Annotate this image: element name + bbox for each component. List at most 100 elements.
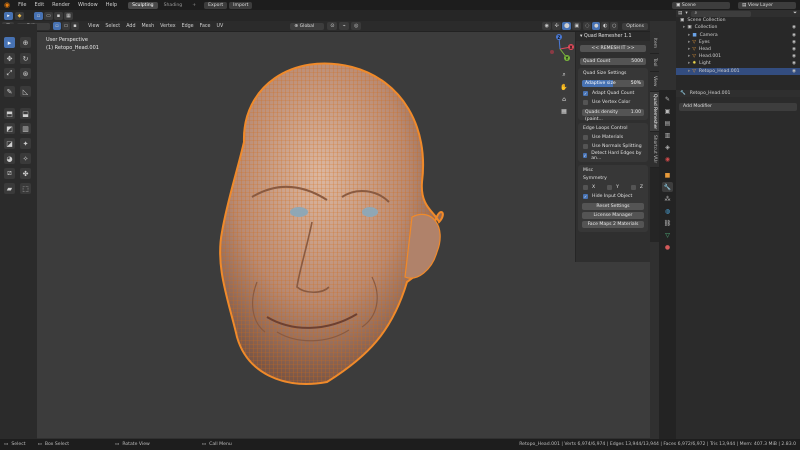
- header-menu-mesh[interactable]: Mesh: [139, 24, 158, 29]
- symmetry-z-checkbox[interactable]: [630, 185, 636, 190]
- outliner-scene-collection[interactable]: ▣ Scene Collection: [676, 17, 800, 24]
- export-button[interactable]: Export: [204, 1, 228, 9]
- gizmo-x-axis[interactable]: X: [568, 44, 574, 50]
- view-layer-props-icon[interactable]: ▥: [662, 130, 673, 140]
- expand-chevron-icon[interactable]: ▸: [688, 68, 690, 75]
- outliner-row[interactable]: ▸ ▽ Retopo_Head.001 ◉: [676, 67, 800, 75]
- expand-chevron-icon[interactable]: ▸: [688, 39, 690, 46]
- gizmo-z-axis[interactable]: Z: [556, 34, 562, 40]
- visibility-eye-icon[interactable]: ◉: [792, 24, 796, 31]
- shading-rendered-icon[interactable]: ○: [610, 22, 619, 30]
- snap-icon[interactable]: ⌁: [339, 22, 350, 30]
- adaptive-size-slider[interactable]: Adaptive size 50%: [582, 80, 644, 87]
- edge-mode-icon[interactable]: ▭: [62, 22, 70, 30]
- render-props-icon[interactable]: ▣: [662, 106, 673, 116]
- navigation-gizmo[interactable]: X Y Z: [545, 34, 575, 64]
- camera-view-icon[interactable]: ⌂: [559, 94, 569, 104]
- visibility-eye-icon[interactable]: ◉: [792, 46, 796, 53]
- gizmo-toggle-icon[interactable]: ✣: [552, 22, 562, 30]
- world-props-icon[interactable]: ◉: [662, 154, 673, 164]
- visibility-icon[interactable]: ◉: [542, 22, 552, 30]
- visibility-eye-icon[interactable]: ◉: [792, 68, 796, 75]
- outliner-editor-icon[interactable]: ▤: [678, 10, 682, 17]
- header-menu-view[interactable]: View: [85, 24, 102, 29]
- rotate-tool-icon[interactable]: ↻: [20, 53, 31, 64]
- extrude-tool-icon[interactable]: ⬒: [4, 108, 15, 119]
- detect-hard-edges-checkbox[interactable]: ✓: [583, 153, 588, 158]
- use-vertex-color-row[interactable]: Use Vertex Color: [578, 98, 648, 107]
- blender-logo-icon[interactable]: ◉: [0, 1, 14, 9]
- symmetry-x-checkbox[interactable]: [583, 185, 588, 190]
- poly-build-tool-icon[interactable]: ✦: [20, 138, 31, 149]
- cursor-tool-icon[interactable]: ⊕: [20, 37, 31, 48]
- menu-edit[interactable]: Edit: [30, 0, 48, 10]
- material-props-icon[interactable]: ●: [662, 242, 673, 252]
- header-menu-select[interactable]: Select: [102, 24, 123, 29]
- pivot-icon[interactable]: ⊙: [327, 22, 338, 30]
- visibility-eye-icon[interactable]: ◉: [792, 32, 796, 39]
- tab-tool[interactable]: Tool: [650, 54, 659, 72]
- particles-props-icon[interactable]: ⁂: [662, 194, 673, 204]
- vertex-mode-icon[interactable]: ▫: [53, 22, 61, 30]
- license-manager-button[interactable]: License Manager: [582, 212, 644, 219]
- shading-wireframe-icon[interactable]: ◌: [583, 22, 592, 30]
- proportional-edit-icon[interactable]: ◎: [351, 22, 362, 30]
- expand-chevron-icon[interactable]: ▸: [688, 46, 690, 53]
- gizmo-y-axis[interactable]: Y: [564, 55, 570, 61]
- expand-chevron-icon[interactable]: ▸: [688, 60, 690, 67]
- measure-tool-icon[interactable]: ◺: [20, 86, 31, 97]
- constraints-props-icon[interactable]: ⛓: [662, 218, 673, 228]
- annotate-tool-icon[interactable]: ✎: [4, 86, 15, 97]
- expand-chevron-icon[interactable]: ▸: [683, 24, 685, 31]
- edge-slide-tool-icon[interactable]: ⧄: [4, 168, 15, 179]
- view-layer-selector[interactable]: ▤ View Layer: [738, 1, 796, 9]
- add-modifier-dropdown[interactable]: Add Modifier: [679, 103, 797, 112]
- shading-material-icon[interactable]: ◐: [601, 22, 610, 30]
- outliner-filter-icon[interactable]: ⏷: [793, 10, 797, 17]
- symmetry-y-checkbox[interactable]: [607, 185, 613, 190]
- loop-cut-tool-icon[interactable]: ▥: [20, 123, 31, 134]
- rip-tool-icon[interactable]: ⬚: [20, 183, 31, 194]
- select-mode-icon[interactable]: ▸: [4, 11, 13, 20]
- header-menu-vertex[interactable]: Vertex: [157, 24, 178, 29]
- spin-tool-icon[interactable]: ◕: [4, 153, 15, 164]
- outliner-search-input[interactable]: ⌕: [690, 10, 751, 17]
- workspace-tab-shading[interactable]: Shading: [160, 2, 187, 9]
- zoom-view-icon[interactable]: ⌕: [559, 70, 569, 80]
- select-box-tool-icon[interactable]: ▸: [4, 37, 15, 48]
- inset-tool-icon[interactable]: ⬓: [20, 108, 31, 119]
- menu-window[interactable]: Window: [74, 0, 102, 10]
- visibility-eye-icon[interactable]: ◉: [792, 60, 796, 67]
- xray-toggle-icon[interactable]: ▣: [572, 22, 582, 30]
- face-maps-button[interactable]: Face Maps 2 Materials: [582, 221, 644, 228]
- menu-help[interactable]: Help: [102, 0, 121, 10]
- 3d-viewport[interactable]: User Perspective (1) Retopo_Head.001 X Y…: [37, 32, 650, 438]
- reset-settings-button[interactable]: Reset Settings: [582, 203, 644, 210]
- output-props-icon[interactable]: ▤: [662, 118, 673, 128]
- outliner-row[interactable]: ▸ ▣ Collection ◉: [676, 24, 800, 31]
- hide-input-object-row[interactable]: ✓ Hide Input Object: [578, 192, 648, 201]
- outliner-row[interactable]: ▸ ■ Camera ◉: [676, 32, 800, 39]
- knife-tool-icon[interactable]: ◪: [4, 138, 15, 149]
- adapt-quad-count-checkbox[interactable]: ✓: [583, 91, 588, 96]
- menu-render[interactable]: Render: [48, 0, 74, 10]
- use-materials-row[interactable]: Use Materials: [578, 133, 648, 142]
- header-menu-edge[interactable]: Edge: [179, 24, 197, 29]
- overlay-toggle-icon[interactable]: ⬤: [562, 22, 572, 30]
- vertex-select-icon[interactable]: ▫: [34, 11, 43, 20]
- pan-view-icon[interactable]: ✋: [559, 82, 569, 92]
- move-tool-icon[interactable]: ✥: [4, 53, 15, 64]
- tweak-icon[interactable]: ◆: [15, 11, 24, 20]
- outliner-row[interactable]: ▸ ✸ Light ◉: [676, 60, 800, 67]
- transform-tool-icon[interactable]: ⊛: [20, 68, 31, 79]
- header-menu-face[interactable]: Face: [197, 24, 214, 29]
- edge-select-icon[interactable]: ▭: [44, 11, 53, 20]
- use-normals-splitting-checkbox[interactable]: [583, 144, 588, 149]
- shear-tool-icon[interactable]: ▰: [4, 183, 15, 194]
- tab-quad-remesher[interactable]: Quad Remesher: [650, 92, 659, 132]
- transform-orientation-selector[interactable]: ⊕ Global: [290, 22, 325, 30]
- expand-chevron-icon[interactable]: ▸: [688, 53, 690, 60]
- face-select-icon[interactable]: ▪: [54, 11, 63, 20]
- data-props-icon[interactable]: ▽: [662, 230, 673, 240]
- shading-solid-icon[interactable]: ●: [592, 22, 601, 30]
